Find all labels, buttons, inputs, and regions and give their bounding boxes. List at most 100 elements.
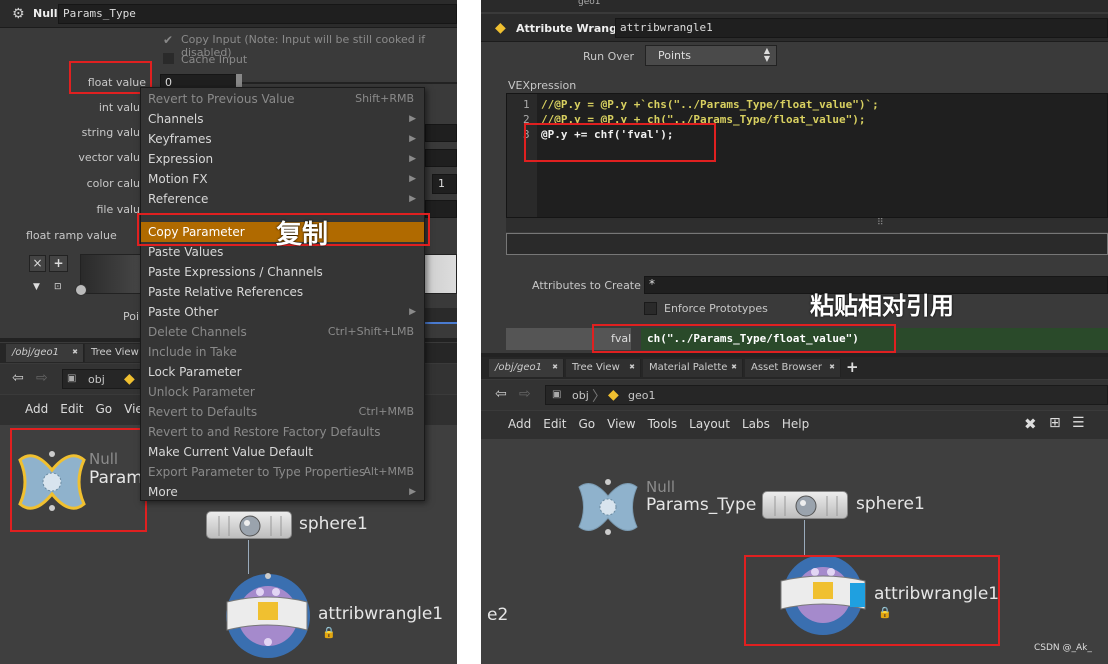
menu-item-label: Channels (148, 112, 204, 126)
path-obj[interactable]: obj (88, 373, 105, 386)
list-icon[interactable]: ☰ (1072, 415, 1085, 431)
tab-tree-view[interactable]: Tree View ✖ (566, 359, 641, 377)
path-breadcrumb[interactable]: ▣ obj ◆ (62, 369, 147, 389)
watermark: CSDN @_Ak_ (1034, 643, 1092, 653)
ramp-add-button[interactable]: + (49, 255, 68, 272)
menu-help[interactable]: Help (782, 417, 809, 431)
context-menu-item[interactable]: Revert to Previous Value Shift+RMB (141, 89, 424, 109)
tab-material-palette[interactable]: Material Palette ✖ (643, 359, 743, 377)
tab-obj-geo1[interactable]: /obj/geo1 ✖ (6, 344, 84, 362)
context-menu-item[interactable]: More ▶ (141, 482, 424, 502)
context-menu-item[interactable]: Reference ▶ (141, 189, 424, 209)
menu-item-label: Make Current Value Default (148, 445, 313, 459)
copy-annotation: 复制 (276, 220, 329, 250)
close-icon[interactable]: ✖ (731, 363, 737, 371)
string-value-field[interactable] (425, 124, 457, 142)
parameter-header: ⚙ Null Params_Type (0, 0, 457, 28)
menu-edit[interactable]: Edit (60, 402, 83, 416)
context-menu-item[interactable]: Expression ▶ (141, 149, 424, 169)
tools-icon[interactable]: ✖ (1024, 415, 1037, 433)
context-menu-item[interactable]: Channels ▶ (141, 109, 424, 129)
code-line-highlight (524, 123, 716, 162)
ramp-settings-icon[interactable]: ⊡ (54, 282, 62, 292)
menu-item-shortcut: Shift+RMB (355, 92, 414, 105)
add-tab-icon[interactable]: + (846, 358, 859, 376)
menu-add[interactable]: Add (25, 402, 48, 416)
node-name-field[interactable]: Params_Type (58, 4, 457, 24)
null-node[interactable] (576, 477, 640, 540)
forward-arrow-icon[interactable]: ⇨ (36, 370, 48, 386)
close-icon[interactable]: ✖ (552, 363, 558, 371)
context-menu-item[interactable]: Paste Other ▶ (141, 302, 424, 322)
vector-value-field[interactable] (425, 149, 457, 167)
path-geo1[interactable]: geo1 (628, 389, 655, 402)
menu-edit[interactable]: Edit (543, 417, 566, 431)
menu-item-label: Paste Other (148, 305, 219, 319)
path-obj[interactable]: obj (572, 389, 589, 402)
int-value-label: int valu (98, 101, 140, 114)
cache-input-checkbox[interactable] (163, 53, 174, 64)
editor-status-field[interactable] (506, 233, 1108, 255)
menu-tools[interactable]: Tools (648, 417, 678, 431)
sphere-node[interactable] (206, 511, 292, 539)
context-menu-item[interactable]: Delete Channels Ctrl+Shift+LMB (141, 322, 424, 342)
float-slider-track[interactable] (242, 82, 457, 84)
context-menu-item[interactable]: Paste Relative References (141, 282, 424, 302)
sphere-node[interactable] (762, 491, 848, 519)
run-over-dropdown[interactable]: Points ▲ ▼ (645, 45, 777, 66)
context-menu-item[interactable]: Revert to Defaults Ctrl+MMB (141, 402, 424, 422)
submenu-arrow-icon: ▶ (409, 487, 416, 497)
node-type-label: Attribute Wrangle (516, 22, 629, 35)
vexpression-label: VEXpression (508, 79, 577, 92)
null-node-icon (578, 479, 638, 535)
fval-highlight (592, 324, 896, 353)
right-houdini-pane: geo1 ◆ Attribute Wrangle attribwrangle1 … (481, 0, 1108, 664)
context-menu-item[interactable]: Make Current Value Default (141, 442, 424, 462)
tab-asset-browser[interactable]: Asset Browser ✖ (745, 359, 841, 377)
node-name-field[interactable]: attribwrangle1 (615, 18, 1108, 38)
menu-layout[interactable]: Layout (689, 417, 730, 431)
check-icon[interactable]: ✔ (163, 33, 173, 47)
menu-add[interactable]: Add (508, 417, 531, 431)
tree-icon[interactable]: ⊞ (1049, 415, 1061, 431)
context-menu-item[interactable]: Lock Parameter (141, 362, 424, 382)
color-value-field[interactable]: 1 (432, 174, 457, 194)
back-arrow-icon[interactable]: ⇦ (495, 386, 507, 402)
close-icon[interactable]: ✖ (72, 348, 78, 356)
context-menu-item[interactable]: Revert to and Restore Factory Defaults (141, 422, 424, 442)
point-label: Poi (123, 310, 140, 323)
tab-tree-view[interactable]: Tree View (85, 344, 145, 362)
ramp-key-handle[interactable] (75, 284, 87, 296)
sphere-label: sphere1 (299, 514, 368, 534)
forward-arrow-icon[interactable]: ⇨ (519, 386, 531, 402)
menu-labs[interactable]: Labs (742, 417, 770, 431)
cache-input-label: Cache Input (181, 53, 248, 66)
menu-view[interactable]: View (607, 417, 635, 431)
back-arrow-icon[interactable]: ⇦ (12, 370, 24, 386)
resize-grip-icon[interactable]: ⠿ (877, 218, 884, 228)
context-menu-item[interactable]: Paste Expressions / Channels (141, 262, 424, 282)
context-menu-item[interactable]: Unlock Parameter (141, 382, 424, 402)
context-menu-item[interactable]: Export Parameter to Type Properties Alt+M… (141, 462, 424, 482)
tab-obj-geo1[interactable]: /obj/geo1 ✖ (489, 359, 564, 377)
code-line[interactable]: //@P.y = @P.y +`chs("../Params_Type/floa… (541, 98, 879, 111)
geo-icon: ◆ (608, 387, 619, 403)
menu-go[interactable]: Go (95, 402, 112, 416)
context-menu-item[interactable]: Motion FX ▶ (141, 169, 424, 189)
close-icon[interactable]: ✖ (829, 363, 835, 371)
network-icon: ▣ (552, 389, 562, 400)
close-icon[interactable]: ✖ (629, 363, 635, 371)
enforce-checkbox[interactable] (644, 302, 657, 315)
menu-item-label: Lock Parameter (148, 365, 242, 379)
paste-annotation: 粘贴相对引用 (810, 292, 954, 320)
context-menu-item[interactable]: Include in Take (141, 342, 424, 362)
menu-go[interactable]: Go (578, 417, 595, 431)
point-field[interactable] (425, 308, 457, 324)
wrangle-node[interactable] (223, 572, 313, 664)
ramp-menu-icon[interactable]: ▼ (33, 282, 40, 292)
chevron-right-icon: 〉 (592, 389, 606, 405)
context-menu-item[interactable]: Keyframes ▶ (141, 129, 424, 149)
ramp-delete-button[interactable]: × (29, 255, 46, 272)
path-breadcrumb[interactable]: ▣ obj 〉 ◆ geo1 (545, 385, 1108, 405)
editor-resize-bar[interactable]: ⠿ (506, 218, 1108, 232)
